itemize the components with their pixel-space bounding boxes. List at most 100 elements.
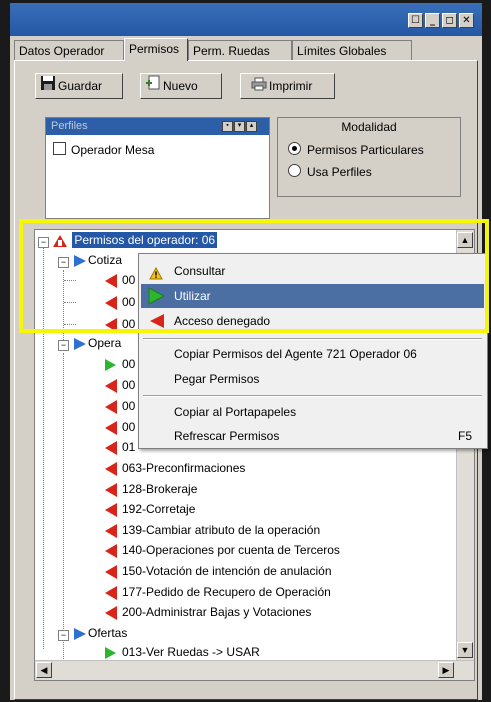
deny-icon (105, 502, 117, 517)
collapse-icon[interactable]: − (58, 257, 69, 268)
tree-item[interactable]: 00 (105, 375, 135, 395)
tree-item-label: 01 (122, 440, 136, 454)
menu-item-consultar[interactable]: Consultar (141, 259, 484, 283)
tree-item[interactable]: 063-Preconfirmaciones (105, 458, 245, 478)
collapse-icon[interactable]: − (58, 630, 69, 641)
imprimir-button[interactable]: Imprimir (240, 73, 335, 99)
menu-item-refrescar-permisos[interactable]: Refrescar Permisos F5 (141, 424, 484, 448)
tree-item-label: 177-Pedido de Recupero de Operación (122, 585, 331, 599)
deny-icon (105, 564, 117, 579)
tree-group-ofertas[interactable]: Ofertas (72, 623, 127, 643)
context-menu: Consultar Utilizar Acceso denegado Copia… (138, 253, 488, 449)
menu-item-pegar-permisos[interactable]: Pegar Permisos (141, 367, 484, 391)
maximize-button[interactable]: ◻ (442, 13, 457, 28)
menu-item-copiar-permisos[interactable]: Copiar Permisos del Agente 721 Operador … (141, 342, 484, 366)
radio-permisos-particulares[interactable]: Permisos Particulares (288, 142, 424, 157)
tree-item[interactable]: 00 (105, 292, 135, 312)
tree-group-opera[interactable]: Opera (72, 333, 121, 353)
collapse-icon[interactable]: − (38, 237, 49, 248)
menu-label: Utilizar (174, 289, 211, 303)
tree-line (64, 302, 76, 303)
tree-group-cotiza[interactable]: Cotiza (72, 250, 122, 270)
collapse-icon[interactable]: − (58, 340, 69, 351)
deny-icon (105, 420, 117, 435)
radio-label-usa-perfiles: Usa Perfiles (307, 165, 372, 179)
tree-item[interactable]: 013-Ver Ruedas -> USAR (105, 642, 260, 662)
tree-item[interactable]: 00 (105, 270, 135, 290)
scroll-right-icon[interactable]: ▶ (438, 662, 454, 678)
tree-item[interactable]: 00 (105, 396, 135, 416)
perfil-label: Operador Mesa (71, 143, 155, 157)
tab-perm-ruedas[interactable]: Perm. Ruedas (188, 40, 292, 60)
tree-item-label: 00 (122, 420, 136, 434)
guardar-label: Guardar (58, 79, 103, 93)
close-button[interactable]: ✕ (459, 13, 474, 28)
deny-red-icon (149, 313, 165, 337)
save-icon (40, 75, 56, 99)
scroll-up-icon[interactable]: ▲ (457, 232, 473, 248)
tree-item[interactable]: 00 (105, 314, 135, 334)
tree-item[interactable]: 150-Votación de intención de anulación (105, 561, 332, 581)
guardar-button[interactable]: Guardar (35, 73, 123, 99)
deny-icon (105, 585, 117, 600)
deny-icon (105, 440, 117, 455)
modalidad-group: Modalidad Permisos Particulares Usa Perf… (277, 117, 461, 197)
tree-item-label: 140-Operaciones por cuenta de Terceros (122, 543, 340, 557)
menu-item-copiar-portapapeles[interactable]: Copiar al Portapapeles (141, 400, 484, 424)
tree-root[interactable]: Permisos del operador: 06 (51, 230, 218, 250)
deny-icon (105, 273, 117, 288)
menu-item-utilizar[interactable]: Utilizar (141, 284, 484, 308)
deny-icon (105, 605, 117, 620)
menu-separator (143, 338, 482, 340)
nuevo-button[interactable]: Nuevo (140, 73, 222, 99)
allow-icon (105, 358, 116, 371)
tree-item[interactable]: 140-Operaciones por cuenta de Terceros (105, 540, 340, 560)
deny-icon (105, 543, 117, 558)
minimize-button[interactable]: _ (425, 13, 440, 28)
tree-group-label: Cotiza (88, 253, 123, 267)
tree-item[interactable]: 128-Brokeraje (105, 479, 197, 499)
tab-permisos[interactable]: Permisos (124, 38, 188, 61)
tree-item[interactable]: 01 (105, 437, 135, 457)
perfiles-title: Perfiles (51, 120, 88, 132)
group-arrow-icon (72, 253, 88, 267)
tree-item[interactable]: 00 (105, 417, 135, 437)
perfil-checkbox[interactable] (53, 142, 66, 155)
tree-item-label: 150-Votación de intención de anulación (122, 564, 332, 578)
chevron-down-icon[interactable]: ▾ (234, 121, 245, 132)
panel-menu-icon[interactable]: ▪ (222, 121, 233, 132)
menu-item-acceso-denegado[interactable]: Acceso denegado (141, 309, 484, 333)
title-bar: ☐ _ ◻ ✕ (10, 3, 482, 36)
tree-item[interactable]: 177-Pedido de Recupero de Operación (105, 582, 331, 602)
restore-icon[interactable]: ☐ (408, 13, 423, 28)
radio-usa-perfiles[interactable]: Usa Perfiles (288, 164, 372, 179)
deny-icon (105, 399, 117, 414)
tree-item-label: 00 (122, 378, 136, 392)
radio-unselected-icon[interactable] (288, 164, 301, 177)
tree-item[interactable]: 192-Corretaje (105, 499, 195, 519)
tab-datos-operador[interactable]: Datos Operador (14, 40, 124, 60)
tree-item-label: 128-Brokeraje (122, 482, 198, 496)
horizontal-scrollbar[interactable]: ◀ ▶ (35, 660, 474, 680)
tree-item[interactable]: 139-Cambiar atributo de la operación (105, 520, 320, 540)
tree-root-label: Permisos del operador: 06 (72, 232, 218, 248)
tree-group-label: Opera (88, 336, 122, 350)
tree-line (43, 244, 44, 649)
deny-icon (105, 295, 117, 310)
tree-item-label: 013-Ver Ruedas -> USAR (122, 645, 260, 659)
tree-item-label: 00 (122, 357, 136, 371)
radio-selected-icon[interactable] (288, 142, 301, 155)
perfil-operador-mesa[interactable]: Operador Mesa (53, 142, 154, 157)
menu-separator (143, 395, 482, 397)
tab-limites-globales[interactable]: Límites Globales (292, 40, 412, 60)
nuevo-label: Nuevo (163, 79, 198, 93)
tree-line (63, 353, 64, 631)
chevron-up-icon[interactable]: ▴ (246, 121, 257, 132)
modalidad-title: Modalidad (341, 120, 397, 134)
scroll-left-icon[interactable]: ◀ (36, 662, 52, 678)
tree-item[interactable]: 00 (105, 354, 135, 374)
scroll-down-icon[interactable]: ▼ (457, 642, 473, 658)
tree-item-label: 139-Cambiar atributo de la operación (122, 523, 321, 537)
tree-item-label: 063-Preconfirmaciones (122, 461, 246, 475)
tree-item[interactable]: 200-Administrar Bajas y Votaciones (105, 602, 311, 622)
